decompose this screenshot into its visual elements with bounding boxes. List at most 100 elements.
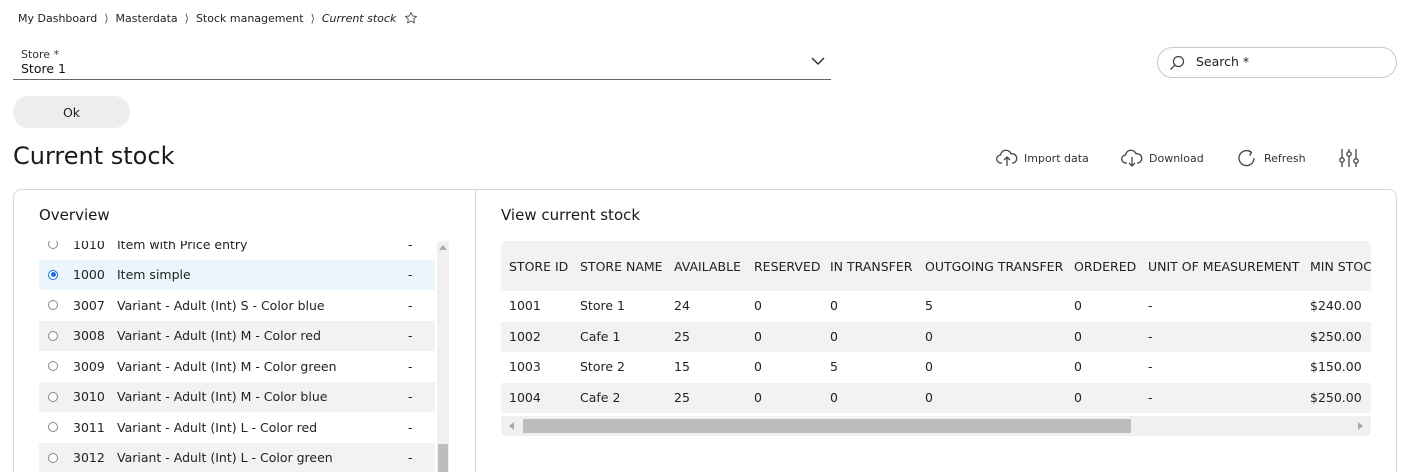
radio-button[interactable] — [48, 330, 58, 341]
cloud-download-icon — [1121, 149, 1143, 167]
list-item[interactable]: 3011 Variant - Adult (Int) L - Color red… — [39, 412, 435, 443]
item-number: 1010 — [73, 241, 105, 252]
item-number: 3010 — [73, 389, 105, 405]
column-header[interactable]: STORE ID — [509, 259, 568, 274]
breadcrumb-masterdata[interactable]: Masterdata — [115, 12, 177, 25]
table-cell: Store 2 — [580, 359, 625, 374]
scrollbar-thumb[interactable] — [438, 444, 448, 472]
favorite-star-icon[interactable] — [404, 11, 418, 25]
table-cell: 5 — [925, 298, 933, 313]
radio-button[interactable] — [48, 391, 58, 402]
item-number: 3011 — [73, 419, 105, 435]
column-settings-button[interactable] — [1338, 146, 1366, 170]
radio-button[interactable] — [48, 241, 58, 250]
item-number: 3009 — [73, 358, 105, 374]
refresh-icon — [1238, 149, 1255, 167]
table-cell: $250.00 — [1310, 389, 1362, 405]
table-row[interactable]: 1001 Store 1 24 0 0 5 0 - $240.00 — [501, 291, 1371, 322]
ok-button[interactable]: Ok — [13, 96, 130, 128]
refresh-label: Refresh — [1264, 151, 1306, 165]
table-horizontal-scrollbar[interactable] — [501, 416, 1371, 436]
import-data-label: Import data — [1024, 151, 1089, 165]
table-cell: 1003 — [509, 359, 541, 374]
column-header[interactable]: RESERVED — [754, 259, 821, 274]
radio-button[interactable] — [48, 452, 58, 463]
item-value: - — [408, 328, 413, 344]
breadcrumb-separator: ⟩ — [104, 11, 109, 25]
chevron-down-icon — [811, 57, 825, 66]
item-value: - — [408, 358, 413, 374]
column-header[interactable]: ORDERED — [1074, 259, 1136, 274]
breadcrumb-separator: ⟩ — [310, 11, 315, 25]
radio-button[interactable] — [48, 361, 58, 372]
item-value: - — [408, 297, 413, 313]
list-item[interactable]: 3009 Variant - Adult (Int) M - Color gre… — [39, 351, 435, 382]
scroll-up-arrow-icon[interactable] — [439, 245, 447, 250]
item-value: - — [408, 389, 413, 405]
store-select[interactable]: Store * Store 1 — [13, 47, 831, 80]
store-label: Store * — [21, 48, 60, 61]
table-cell: 15 — [674, 359, 690, 374]
table-cell: Store 1 — [580, 298, 625, 313]
cloud-upload-icon — [996, 149, 1018, 166]
breadcrumb: My Dashboard ⟩ Masterdata ⟩ Stock manage… — [18, 11, 418, 25]
search-label: Search * — [1196, 54, 1250, 69]
item-name: Variant - Adult (Int) L - Color green — [117, 450, 333, 466]
table-cell: - — [1148, 298, 1153, 313]
table-cell: 24 — [674, 298, 690, 313]
scrollbar-thumb[interactable] — [523, 419, 1131, 433]
radio-button[interactable] — [48, 300, 58, 311]
table-cell: 0 — [830, 298, 838, 313]
column-header[interactable]: UNIT OF MEASUREMENT — [1148, 259, 1299, 274]
list-item[interactable]: 1000 Item simple - — [39, 259, 435, 290]
table-row[interactable]: 1003 Store 2 15 0 5 0 0 - $150.00 — [501, 352, 1371, 383]
item-name: Variant - Adult (Int) M - Color blue — [117, 389, 328, 405]
overview-list: 1010 Item with Price entry - 1000 Item s… — [39, 241, 449, 472]
table-cell: 0 — [754, 328, 762, 344]
column-header[interactable]: IN TRANSFER — [830, 259, 912, 274]
item-value: - — [408, 450, 413, 466]
list-item[interactable]: 3007 Variant - Adult (Int) S - Color blu… — [39, 290, 435, 321]
list-item[interactable]: 3008 Variant - Adult (Int) M - Color red… — [39, 320, 435, 351]
table-cell: 1001 — [509, 298, 541, 313]
breadcrumb-stock-management[interactable]: Stock management — [196, 12, 304, 25]
breadcrumb-dashboard[interactable]: My Dashboard — [18, 12, 97, 25]
list-item[interactable]: 3010 Variant - Adult (Int) M - Color blu… — [39, 381, 435, 412]
table-cell: 0 — [754, 359, 762, 374]
scroll-left-arrow-icon[interactable] — [509, 422, 514, 430]
table-cell: 0 — [1074, 328, 1082, 344]
item-name: Variant - Adult (Int) S - Color blue — [117, 297, 325, 313]
list-item[interactable]: 3012 Variant - Adult (Int) L - Color gre… — [39, 442, 435, 472]
item-number: 1000 — [73, 267, 105, 283]
radio-button[interactable] — [48, 269, 58, 280]
table-cell: 0 — [830, 328, 838, 344]
current-stock-table: STORE ID STORE NAME AVAILABLE RESERVED I… — [501, 241, 1371, 436]
scroll-right-arrow-icon[interactable] — [1358, 422, 1363, 430]
column-header[interactable]: MIN STOC — [1310, 259, 1371, 274]
item-name: Item with Price entry — [117, 241, 248, 252]
table-cell: 0 — [1074, 298, 1082, 313]
column-header[interactable]: OUTGOING TRANSFER — [925, 259, 1063, 274]
table-row[interactable]: 1004 Cafe 2 25 0 0 0 0 - $250.00 — [501, 382, 1371, 413]
download-button[interactable]: Download — [1121, 146, 1204, 170]
table-row[interactable]: 1002 Cafe 1 25 0 0 0 0 - $250.00 — [501, 321, 1371, 352]
column-header[interactable]: STORE NAME — [580, 259, 663, 274]
page-title: Current stock — [13, 142, 175, 170]
search-input[interactable]: Search * — [1157, 47, 1397, 78]
table-cell: Cafe 1 — [580, 328, 621, 344]
item-value: - — [408, 419, 413, 435]
radio-button[interactable] — [48, 422, 58, 433]
overview-title: Overview — [39, 206, 110, 224]
column-header[interactable]: AVAILABLE — [674, 259, 741, 274]
table-cell: 0 — [1074, 389, 1082, 405]
refresh-button[interactable]: Refresh — [1236, 146, 1306, 170]
table-cell: 0 — [925, 389, 933, 405]
item-number: 3007 — [73, 297, 105, 313]
item-number: 3008 — [73, 328, 105, 344]
import-data-button[interactable]: Import data — [996, 146, 1089, 170]
list-item[interactable]: 1010 Item with Price entry - — [39, 241, 435, 260]
panel-divider — [475, 190, 476, 472]
view-current-stock-title: View current stock — [501, 206, 641, 224]
table-cell: 0 — [754, 298, 762, 313]
overview-scrollbar[interactable] — [437, 241, 449, 472]
